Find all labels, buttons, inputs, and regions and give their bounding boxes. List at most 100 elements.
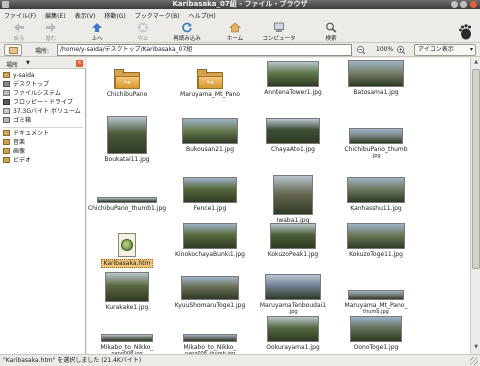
search-button[interactable]: 検索: [314, 22, 348, 42]
image-thumbnail: [347, 223, 405, 249]
up-button[interactable]: 上へ: [80, 22, 114, 42]
menu-bookmarks[interactable]: ブックマーク(B): [135, 11, 180, 20]
file-item[interactable]: OonoToge1.jpg: [335, 314, 417, 351]
file-item[interactable]: ChayaAto1.jpg: [252, 116, 334, 153]
sidebar-item-trash[interactable]: ゴミ箱: [3, 116, 83, 125]
scroll-down-icon[interactable]: ▼: [472, 344, 480, 353]
file-item[interactable]: Maruyama_Mt_Pano_ thumb.jpg: [335, 272, 417, 316]
title-bar[interactable]: Karibasaka_07組 - ファイル・ブラウザ: [0, 0, 480, 9]
file-item[interactable]: KokuzoPeak1.jpg: [252, 221, 334, 258]
image-thumbnail: [182, 118, 238, 144]
home-button[interactable]: ホーム: [218, 22, 252, 42]
home-folder-icon: [3, 72, 10, 78]
sidebar-item-volume[interactable]: 37.3Gバイト ボリューム: [3, 107, 83, 116]
file-item[interactable]: Batosama1.jpg: [335, 59, 417, 96]
computer-icon: [274, 22, 284, 32]
file-item[interactable]: Bukousan21.jpg: [169, 116, 251, 153]
image-thumbnail: [348, 290, 404, 300]
forward-label: 進む: [45, 36, 57, 42]
sidebar-item-videos[interactable]: ビデオ: [3, 156, 83, 165]
vertical-scrollbar[interactable]: ▲ ▼: [470, 58, 480, 354]
file-item[interactable]: ↪ ChichibuPano: [87, 59, 168, 98]
file-name: ChayaAto1.jpg: [271, 146, 315, 153]
menu-edit[interactable]: 編集(E): [45, 11, 65, 20]
menu-go[interactable]: 移動(G): [104, 11, 125, 20]
forward-button[interactable]: 進む: [34, 22, 68, 42]
file-item[interactable]: KinokochayaBunki1.jpg: [169, 221, 251, 258]
sidebar-item-music[interactable]: 音楽: [3, 138, 83, 147]
sidebar-item-documents[interactable]: ドキュメント: [3, 129, 83, 138]
chevron-down-icon: ▼: [26, 60, 30, 66]
minimize-icon[interactable]: [451, 1, 458, 8]
folder-icon: [3, 157, 10, 163]
search-label: 検索: [325, 36, 337, 42]
file-item[interactable]: MaruyamaTenboudai1 .jpg: [252, 272, 334, 316]
sidebar-separator: [3, 127, 83, 128]
close-icon[interactable]: [470, 1, 477, 8]
menu-view[interactable]: 表示(V): [75, 11, 96, 20]
sidebar-header[interactable]: 場所 ▼ ×: [0, 58, 86, 69]
zoom-in-icon[interactable]: [397, 46, 405, 54]
menu-help[interactable]: ヘルプ(H): [189, 11, 216, 20]
file-name: MaruyamaTenboudai1: [259, 302, 327, 309]
file-item[interactable]: ChichibuPano_thumb1.jpg: [87, 175, 168, 212]
file-item[interactable]: ChichibuPano_thumb .jpg: [335, 116, 417, 160]
file-name-continued: .jpg: [371, 153, 381, 159]
file-item[interactable]: KyuuShomaruToge1.jpg: [169, 272, 251, 309]
scrollbar-thumb[interactable]: [472, 69, 480, 269]
status-text: "Karibasaka.htm" を選択しました (21.4Kバイト): [3, 357, 142, 364]
search-icon: [326, 22, 337, 33]
filesystem-icon: [3, 90, 10, 96]
close-sidebar-icon[interactable]: ×: [76, 60, 83, 67]
file-item[interactable]: KokuzoToge11.jpg: [335, 221, 417, 258]
folder-link-icon: ↪: [197, 69, 223, 89]
html-document-icon: [116, 233, 138, 257]
menu-bar: ファイル(F) 編集(E) 表示(V) 移動(G) ブックマーク(B) ヘルプ(…: [0, 9, 480, 21]
sidebar-item-floppy[interactable]: フロッピー・ドライブ: [3, 98, 83, 107]
location-path-input[interactable]: /home/y-saida/デスクトップ/Karibasaka_07組: [57, 44, 352, 56]
file-item[interactable]: Iwaba1.jpg: [252, 175, 334, 224]
back-button[interactable]: 戻る: [2, 22, 36, 42]
resize-grip-icon[interactable]: [470, 357, 478, 365]
file-name: Batosama1.jpg: [353, 89, 399, 96]
reload-label: 再読み込み: [173, 36, 201, 42]
computer-button[interactable]: コンピュータ: [262, 22, 296, 42]
zoom-out-icon[interactable]: [357, 46, 365, 54]
file-item[interactable]: AnntenaTower1.jpg: [252, 59, 334, 96]
location-toggle-button[interactable]: [4, 44, 22, 56]
file-item[interactable]: Kurakake1.jpg: [87, 272, 168, 311]
image-thumbnail: [350, 316, 402, 342]
image-thumbnail: [265, 274, 321, 300]
file-item[interactable]: Fence1.jpg: [169, 175, 251, 212]
floppy-icon: [3, 99, 10, 105]
stop-button[interactable]: 中止: [126, 22, 160, 42]
reload-button[interactable]: 再読み込み: [170, 22, 204, 42]
file-item[interactable]: Boukatai11.jpg: [87, 116, 168, 163]
up-arrow-icon: [92, 23, 102, 32]
file-item[interactable]: Ookurayama1.jpg: [252, 314, 334, 351]
sidebar-item-desktop[interactable]: デスクトップ: [3, 80, 83, 89]
sidebar-item-label: 37.3Gバイト ボリューム: [13, 108, 81, 115]
zoom-level[interactable]: 100%: [376, 46, 393, 53]
menu-file[interactable]: ファイル(F): [4, 11, 36, 20]
file-item[interactable]: Mikabo_to_Nikko_ pano008.jpg: [87, 314, 168, 354]
file-name: KinokochayaBunki1.jpg: [175, 251, 245, 258]
volume-icon: [3, 108, 10, 114]
sidebar-item-label: 画像: [13, 148, 26, 155]
scroll-up-icon[interactable]: ▲: [472, 59, 480, 68]
maximize-icon[interactable]: [460, 1, 467, 8]
file-item[interactable]: ↪ Maruyama_Mt_Pano: [169, 59, 251, 98]
file-item[interactable]: Mikabo_to_Nikko_ pano008_thumb.jpg: [169, 314, 251, 354]
image-thumbnail: [348, 60, 404, 87]
file-name: Boukatai11.jpg: [104, 156, 150, 163]
sidebar-item-pictures[interactable]: 画像: [3, 147, 83, 156]
sidebar-item-label: ビデオ: [13, 157, 32, 164]
file-icon-view[interactable]: ↪ ChichibuPano ↪ Maruyama_Mt_Pano AnntenaTow…: [87, 58, 470, 354]
sidebar-item-filesystem[interactable]: ファイルシステム: [3, 89, 83, 98]
folder-icon: [3, 139, 10, 145]
file-item[interactable]: Karibasaka.htm: [87, 221, 168, 268]
sidebar-item-home[interactable]: y-saida: [3, 71, 83, 80]
file-name: KokuzoPeak1.jpg: [267, 251, 319, 258]
view-mode-select[interactable]: アイコン表示 ▾: [414, 44, 476, 56]
file-item[interactable]: Kanhasshu11.jpg: [335, 175, 417, 212]
